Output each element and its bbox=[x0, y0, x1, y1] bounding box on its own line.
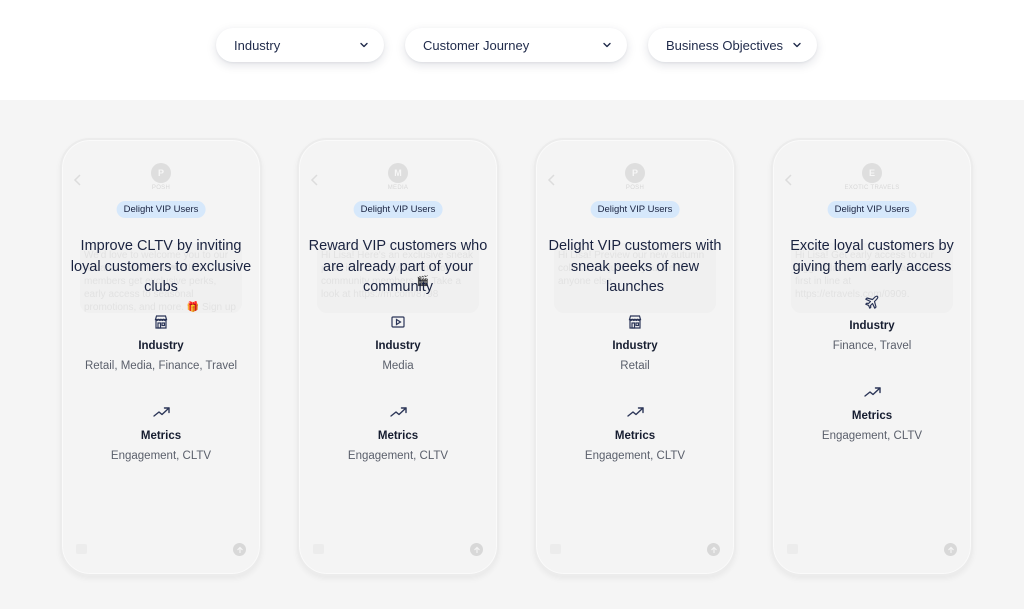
use-case-card[interactable]: M MEDIA Hi Lisa! Here's an exclusive sne… bbox=[297, 138, 499, 576]
metrics-value: Engagement, CLTV bbox=[584, 450, 686, 462]
industry-section: Industry Retail, Media, Finance, Travel bbox=[62, 314, 260, 372]
card-headline: Delight VIP customers with sneak peeks o… bbox=[548, 238, 722, 295]
card-headline: Reward VIP customers who are already par… bbox=[308, 238, 488, 295]
industry-title: Industry bbox=[138, 340, 184, 352]
trending-up-icon bbox=[864, 384, 881, 400]
use-case-gallery: P POSH We'd love to welcome you to our r… bbox=[0, 100, 1024, 609]
industry-section: Industry Retail bbox=[536, 314, 734, 372]
send-arrow-icon bbox=[707, 543, 720, 556]
metrics-section: Metrics Engagement, CLTV bbox=[62, 404, 260, 462]
category-badge: Delight VIP Users bbox=[353, 201, 443, 218]
brand-name: POSH bbox=[625, 185, 645, 191]
metrics-title: Metrics bbox=[377, 430, 419, 442]
send-arrow-icon bbox=[470, 543, 483, 556]
trending-up-icon bbox=[627, 404, 644, 420]
storefront-icon bbox=[627, 314, 643, 330]
metrics-title: Metrics bbox=[614, 430, 656, 442]
category-badge: Delight VIP Users bbox=[116, 201, 206, 218]
industry-value: Finance, Travel bbox=[832, 340, 912, 352]
business-objectives-filter-dropdown[interactable]: Business Objectives bbox=[648, 28, 817, 62]
camera-icon bbox=[787, 544, 798, 554]
industry-title: Industry bbox=[849, 320, 895, 332]
industry-section: Industry Media bbox=[299, 314, 497, 372]
metrics-section: Metrics Engagement, CLTV bbox=[536, 404, 734, 462]
use-case-card[interactable]: E EXOTIC TRAVELS Hi Lisa! Get early acce… bbox=[771, 138, 973, 576]
use-case-card[interactable]: P POSH We'd love to welcome you to our r… bbox=[60, 138, 262, 576]
filter-bar: Industry Customer Journey Business Objec… bbox=[0, 0, 1024, 100]
chevron-down-icon bbox=[601, 39, 613, 51]
chevron-down-icon bbox=[791, 39, 803, 51]
customer-journey-filter-dropdown[interactable]: Customer Journey bbox=[405, 28, 627, 62]
metrics-section: Metrics Engagement, CLTV bbox=[773, 384, 971, 442]
card-headline: Improve CLTV by inviting loyal customers… bbox=[70, 238, 252, 295]
send-arrow-icon bbox=[944, 543, 957, 556]
brand-avatar: P bbox=[151, 163, 171, 183]
use-case-card[interactable]: P POSH Hi Lisa! Preview our new autumn c… bbox=[534, 138, 736, 576]
metrics-section: Metrics Engagement, CLTV bbox=[299, 404, 497, 462]
trending-up-icon bbox=[153, 404, 170, 420]
camera-icon bbox=[550, 544, 561, 554]
camera-icon bbox=[76, 544, 87, 554]
industry-title: Industry bbox=[375, 340, 421, 352]
metrics-title: Metrics bbox=[851, 410, 893, 422]
brand-avatar: M bbox=[388, 163, 408, 183]
send-arrow-icon bbox=[233, 543, 246, 556]
industry-title: Industry bbox=[612, 340, 658, 352]
category-badge: Delight VIP Users bbox=[590, 201, 680, 218]
metrics-title: Metrics bbox=[140, 430, 182, 442]
industry-filter-dropdown[interactable]: Industry bbox=[216, 28, 384, 62]
trending-up-icon bbox=[390, 404, 407, 420]
category-badge: Delight VIP Users bbox=[827, 201, 917, 218]
industry-value: Retail bbox=[620, 360, 650, 372]
industry-section: Industry Finance, Travel bbox=[773, 294, 971, 352]
brand-avatar: P bbox=[625, 163, 645, 183]
play-icon bbox=[390, 314, 406, 330]
camera-icon bbox=[313, 544, 324, 554]
metrics-value: Engagement, CLTV bbox=[347, 450, 449, 462]
metrics-value: Engagement, CLTV bbox=[110, 450, 212, 462]
storefront-icon bbox=[153, 314, 169, 330]
card-headline: Excite loyal customers by giving them ea… bbox=[790, 238, 954, 275]
brand-name: EXOTIC TRAVELS bbox=[844, 185, 900, 191]
chevron-down-icon bbox=[358, 39, 370, 51]
brand-name: MEDIA bbox=[387, 185, 409, 191]
industry-filter-label: Industry bbox=[234, 37, 281, 53]
airplane-icon bbox=[864, 294, 880, 310]
industry-value: Media bbox=[382, 360, 414, 372]
industry-value: Retail, Media, Finance, Travel bbox=[84, 360, 238, 372]
metrics-value: Engagement, CLTV bbox=[821, 430, 923, 442]
customer-journey-filter-label: Customer Journey bbox=[423, 37, 530, 53]
brand-name: POSH bbox=[151, 185, 171, 191]
business-objectives-filter-label: Business Objectives bbox=[666, 37, 784, 53]
brand-avatar: E bbox=[862, 163, 882, 183]
